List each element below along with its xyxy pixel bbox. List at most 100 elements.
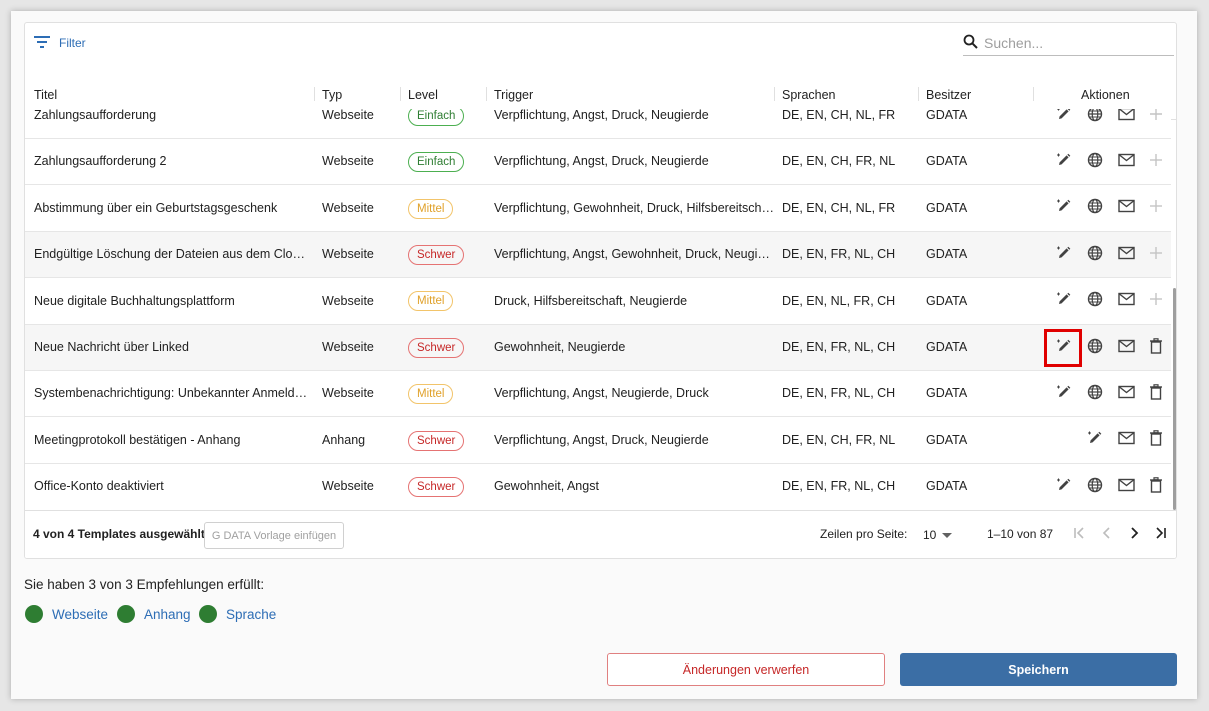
row-title: Office-Konto deaktiviert bbox=[34, 479, 164, 494]
column-separator[interactable] bbox=[1033, 87, 1034, 101]
email-button[interactable] bbox=[1117, 338, 1135, 356]
language-button[interactable] bbox=[1086, 384, 1104, 402]
table-row[interactable]: Zahlungsaufforderung 2 Webseite Einfach Ver… bbox=[25, 139, 1171, 186]
globe-icon bbox=[1087, 109, 1103, 125]
email-button[interactable] bbox=[1117, 109, 1135, 124]
recommendation-anhang: Anhang bbox=[117, 605, 191, 623]
delete-button[interactable] bbox=[1147, 384, 1165, 402]
email-button[interactable] bbox=[1117, 152, 1135, 170]
rows-per-page-select[interactable]: 10 bbox=[923, 525, 957, 545]
add-button[interactable] bbox=[1147, 292, 1165, 310]
email-button[interactable] bbox=[1117, 245, 1135, 263]
row-title: Zahlungsaufforderung 2 bbox=[34, 154, 167, 169]
rows-per-page-label: Zeilen pro Seite: bbox=[820, 527, 908, 541]
delete-button[interactable] bbox=[1147, 476, 1165, 496]
email-button[interactable] bbox=[1117, 384, 1135, 402]
row-trigger: Gewohnheit, Angst bbox=[494, 479, 599, 494]
add-button[interactable] bbox=[1147, 245, 1165, 263]
language-button[interactable] bbox=[1086, 152, 1104, 170]
edit-button[interactable] bbox=[1055, 152, 1073, 170]
column-separator[interactable] bbox=[774, 87, 775, 101]
table-row[interactable]: Abstimmung über ein Geburtstagsgeschenk W… bbox=[25, 185, 1171, 232]
trash-icon bbox=[1149, 337, 1163, 357]
email-button[interactable] bbox=[1117, 292, 1135, 310]
search-input[interactable] bbox=[984, 35, 1164, 51]
globe-icon bbox=[1087, 152, 1103, 171]
edit-button[interactable] bbox=[1086, 431, 1104, 449]
column-header-languages[interactable]: Sprachen bbox=[782, 83, 836, 107]
plus-icon bbox=[1150, 246, 1162, 262]
language-button[interactable] bbox=[1086, 109, 1104, 124]
column-header-title[interactable]: Titel bbox=[34, 83, 57, 107]
column-separator[interactable] bbox=[918, 87, 919, 101]
recommendation-label: Anhang bbox=[144, 606, 191, 622]
edit-button[interactable] bbox=[1055, 292, 1073, 310]
column-header-type[interactable]: Typ bbox=[322, 83, 342, 107]
column-header-actions: Aktionen bbox=[1081, 88, 1130, 102]
table-row[interactable]: Zahlungsaufforderung Webseite Einfach Verpf… bbox=[25, 109, 1171, 139]
mail-icon bbox=[1117, 385, 1135, 402]
column-header-level[interactable]: Level bbox=[408, 83, 438, 107]
row-title: Zahlungsaufforderung bbox=[34, 109, 157, 122]
previous-page-button[interactable] bbox=[1099, 526, 1115, 542]
recommendations-summary: Sie haben 3 von 3 Empfehlungen erfüllt: bbox=[24, 577, 265, 592]
first-page-icon bbox=[1073, 526, 1087, 543]
level-chip: Mittel bbox=[408, 291, 454, 312]
column-separator[interactable] bbox=[314, 87, 315, 101]
table-row[interactable]: Systembenachrichtigung: Unbekannter Anme… bbox=[25, 371, 1171, 418]
check-dot-icon bbox=[25, 605, 43, 623]
email-button[interactable] bbox=[1117, 431, 1135, 449]
save-button[interactable]: Speichern bbox=[900, 653, 1177, 686]
edit-button[interactable] bbox=[1055, 109, 1073, 124]
globe-icon bbox=[1087, 245, 1103, 264]
table-row[interactable]: Neue Nachricht über Linked Webseite Schwer… bbox=[25, 325, 1171, 371]
language-button[interactable] bbox=[1086, 245, 1104, 263]
pagination-range: 1–10 von 87 bbox=[987, 527, 1054, 541]
email-button[interactable] bbox=[1117, 477, 1135, 495]
filter-button[interactable]: Filter bbox=[34, 33, 86, 53]
level-chip: Einfach bbox=[408, 109, 465, 126]
recommendation-label: Webseite bbox=[52, 606, 109, 622]
table-row[interactable]: Meetingprotokoll bestätigen - Anhang Anha… bbox=[25, 417, 1171, 464]
caret-down-icon bbox=[942, 528, 953, 542]
row-owner: GDATA bbox=[926, 386, 968, 401]
row-title: Neue digitale Buchhaltungsplattform bbox=[34, 293, 235, 308]
row-type: Webseite bbox=[322, 386, 374, 401]
row-level: Mittel bbox=[408, 186, 486, 231]
language-button[interactable] bbox=[1086, 199, 1104, 217]
add-button[interactable] bbox=[1147, 152, 1165, 170]
column-separator[interactable] bbox=[486, 87, 487, 101]
delete-button[interactable] bbox=[1147, 337, 1165, 357]
table-row[interactable]: Office-Konto deaktiviert Webseite Schwer Ge… bbox=[25, 464, 1171, 509]
insert-template-button[interactable]: G DATA Vorlage einfügen bbox=[204, 522, 344, 549]
edit-button[interactable] bbox=[1055, 338, 1073, 356]
last-page-button[interactable] bbox=[1152, 526, 1168, 542]
row-type: Webseite bbox=[322, 340, 374, 354]
column-separator[interactable] bbox=[400, 87, 401, 101]
edit-button[interactable] bbox=[1055, 199, 1073, 217]
mail-icon bbox=[1117, 292, 1135, 309]
first-page-button[interactable] bbox=[1072, 526, 1088, 542]
row-trigger: Gewohnheit, Neugierde bbox=[494, 340, 626, 354]
mail-icon bbox=[1117, 431, 1135, 448]
table-row[interactable]: Endgültige Löschung der Dateien aus dem … bbox=[25, 232, 1171, 279]
add-button[interactable] bbox=[1147, 109, 1165, 124]
table-scrollbar[interactable] bbox=[1173, 288, 1176, 510]
language-button[interactable] bbox=[1086, 477, 1104, 495]
next-page-button[interactable] bbox=[1126, 526, 1142, 542]
discard-changes-button[interactable]: Änderungen verwerfen bbox=[607, 653, 885, 686]
table-row[interactable]: Neue digitale Buchhaltungsplattform Webse… bbox=[25, 278, 1171, 325]
trash-icon bbox=[1149, 476, 1163, 496]
add-button[interactable] bbox=[1147, 199, 1165, 217]
delete-button[interactable] bbox=[1147, 430, 1165, 449]
column-header-trigger[interactable]: Trigger bbox=[494, 83, 533, 107]
column-header-owner[interactable]: Besitzer bbox=[926, 83, 971, 107]
language-button[interactable] bbox=[1086, 291, 1104, 310]
trash-icon bbox=[1149, 430, 1163, 449]
language-button[interactable] bbox=[1086, 338, 1104, 356]
edit-button[interactable] bbox=[1055, 384, 1073, 402]
edit-button[interactable] bbox=[1055, 245, 1073, 263]
email-button[interactable] bbox=[1117, 199, 1135, 217]
edit-button[interactable] bbox=[1055, 477, 1073, 495]
row-type: Webseite bbox=[322, 247, 374, 262]
